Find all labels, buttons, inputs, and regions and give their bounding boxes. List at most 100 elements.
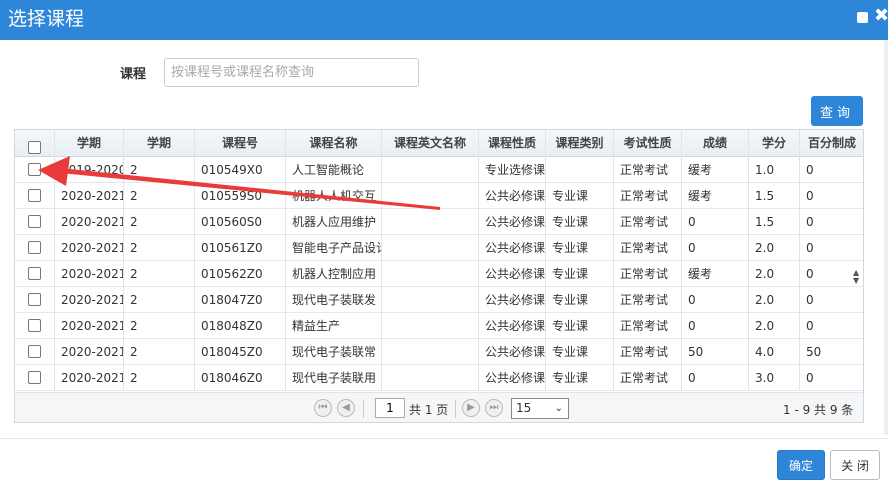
table-cell: 专业选修课: [479, 157, 546, 183]
table-cell: 现代电子装联常: [286, 339, 382, 365]
table-cell: 0: [800, 157, 863, 183]
search-input[interactable]: [164, 58, 419, 87]
table-cell: 正常考试: [614, 287, 682, 313]
table-row[interactable]: 2020-2021 2 010560S0 机器人应用维护 公共必修课 专业课 正常考试 0 1.…: [15, 209, 863, 235]
table-cell: 010559S0: [195, 183, 286, 209]
row-checkbox[interactable]: [28, 189, 41, 202]
column-header[interactable]: 课程号: [195, 130, 286, 157]
column-header[interactable]: 课程类别: [546, 130, 614, 157]
table-cell: 现代电子装联发: [286, 287, 382, 313]
page-number-input[interactable]: [375, 398, 405, 418]
column-header[interactable]: 课程名称: [286, 130, 382, 157]
row-checkbox[interactable]: [28, 241, 41, 254]
table-cell: 公共必修课: [479, 235, 546, 261]
last-page-icon[interactable]: ⏭: [485, 399, 503, 417]
table-cell: 2020-2021: [55, 183, 124, 209]
table-cell: 机器人人机交互: [286, 183, 382, 209]
table-row[interactable]: 2020-2021 2 018048Z0 精益生产 公共必修课 专业课 正常考试 0 2.0 0: [15, 313, 863, 339]
table-row[interactable]: 2020-2021 2 010562Z0 机器人控制应用 公共必修课 专业课 正常考试 缓考 2…: [15, 261, 863, 287]
column-header[interactable]: 课程英文名称: [382, 130, 479, 157]
table-cell: [382, 287, 479, 313]
table-cell: 现代电子装联用: [286, 365, 382, 391]
table-cell: 0: [682, 209, 749, 235]
table-cell: 正常考试: [614, 209, 682, 235]
table-cell: 2: [124, 365, 195, 391]
table-row[interactable]: 2020-2021 2 018045Z0 现代电子装联常 公共必修课 专业课 正常考试 50 4…: [15, 339, 863, 365]
close-icon[interactable]: ✖: [874, 7, 888, 25]
row-checkbox[interactable]: [28, 163, 41, 176]
row-checkbox[interactable]: [28, 371, 41, 384]
table-cell: 正常考试: [614, 339, 682, 365]
table-row[interactable]: 2020-2021 2 010559S0 机器人人机交互 公共必修课 专业课 正常考试 缓考 1…: [15, 183, 863, 209]
column-header[interactable]: 成绩: [682, 130, 749, 157]
table-cell: 2019-2020: [55, 157, 124, 183]
table-cell: 2: [124, 287, 195, 313]
table-cell: 2020-2021: [55, 339, 124, 365]
table-cell: 专业课: [546, 183, 614, 209]
table-row[interactable]: 2020-2021 2 018047Z0 现代电子装联发 公共必修课 专业课 正常考试 0 2.…: [15, 287, 863, 313]
table-cell: 018048Z0: [195, 313, 286, 339]
table-cell: 1.5: [749, 183, 800, 209]
table-cell: 2: [124, 209, 195, 235]
table-cell: 2020-2021: [55, 235, 124, 261]
table-cell: 公共必修课: [479, 183, 546, 209]
row-checkbox[interactable]: [28, 215, 41, 228]
table-cell: 公共必修课: [479, 313, 546, 339]
table-cell: 018045Z0: [195, 339, 286, 365]
table-row[interactable]: 2020-2021 2 010561Z0 智能电子产品设计 公共必修课 专业课 正常考试 0 2…: [15, 235, 863, 261]
column-header[interactable]: 百分制成: [800, 130, 863, 157]
table-cell: 50: [682, 339, 749, 365]
close-button[interactable]: 关 闭: [830, 450, 880, 480]
table-cell: 正常考试: [614, 183, 682, 209]
column-header[interactable]: 学期: [55, 130, 124, 157]
maximize-icon[interactable]: [857, 12, 868, 23]
table-cell: [382, 209, 479, 235]
dialog-scrollbar[interactable]: [884, 40, 888, 435]
table-cell: 2: [124, 339, 195, 365]
table-cell: 0: [800, 235, 863, 261]
column-header[interactable]: 考试性质: [614, 130, 682, 157]
table-cell: 2: [124, 235, 195, 261]
table-cell: 2020-2021: [55, 365, 124, 391]
first-page-icon[interactable]: ⏮: [314, 399, 332, 417]
row-checkbox[interactable]: [28, 345, 41, 358]
table-row[interactable]: 2019-2020 2 010549X0 人工智能概论 专业选修课 正常考试 缓考 1.0 0: [15, 157, 863, 183]
table-cell: 正常考试: [614, 313, 682, 339]
table-cell: [382, 157, 479, 183]
table-cell: 018047Z0: [195, 287, 286, 313]
table-cell: 专业课: [546, 365, 614, 391]
table-cell: [382, 261, 479, 287]
table-cell: 0: [800, 209, 863, 235]
record-count: 1 - 9 共 9 条: [783, 403, 854, 417]
table-cell: 3.0: [749, 365, 800, 391]
page-size-select[interactable]: 15 ⌄: [511, 398, 569, 419]
column-header[interactable]: 课程性质: [479, 130, 546, 157]
table-cell: 专业课: [546, 235, 614, 261]
select-all-checkbox[interactable]: [28, 141, 41, 154]
table-cell: [546, 157, 614, 183]
query-button[interactable]: 查询: [811, 96, 863, 126]
table-cell: 0: [800, 365, 863, 391]
column-header[interactable]: 学分: [749, 130, 800, 157]
table-cell: 专业课: [546, 209, 614, 235]
row-checkbox[interactable]: [28, 319, 41, 332]
table-cell: [382, 339, 479, 365]
confirm-button[interactable]: 确定: [777, 450, 825, 480]
table-row[interactable]: 2020-2021 2 018046Z0 现代电子装联用 公共必修课 专业课 正常考试 0 3.…: [15, 365, 863, 391]
table-cell: 缓考: [682, 261, 749, 287]
table-cell: 018046Z0: [195, 365, 286, 391]
table-cell: [382, 235, 479, 261]
prev-page-icon[interactable]: ◀: [337, 399, 355, 417]
scroll-down-icon[interactable]: ▼: [853, 276, 859, 285]
next-page-icon[interactable]: ▶: [462, 399, 480, 417]
table-cell: 专业课: [546, 339, 614, 365]
table-cell: 2.0: [749, 261, 800, 287]
row-checkbox[interactable]: [28, 293, 41, 306]
table-cell: 2.0: [749, 287, 800, 313]
table-header: 学期 学期 课程号 课程名称 课程英文名称 课程性质 课程类别 考试性质 成绩 学分 百分制成: [15, 130, 863, 157]
table-cell: 智能电子产品设计: [286, 235, 382, 261]
table-cell: 专业课: [546, 313, 614, 339]
table-cell: 2.0: [749, 235, 800, 261]
row-checkbox[interactable]: [28, 267, 41, 280]
column-header[interactable]: 学期: [124, 130, 195, 157]
